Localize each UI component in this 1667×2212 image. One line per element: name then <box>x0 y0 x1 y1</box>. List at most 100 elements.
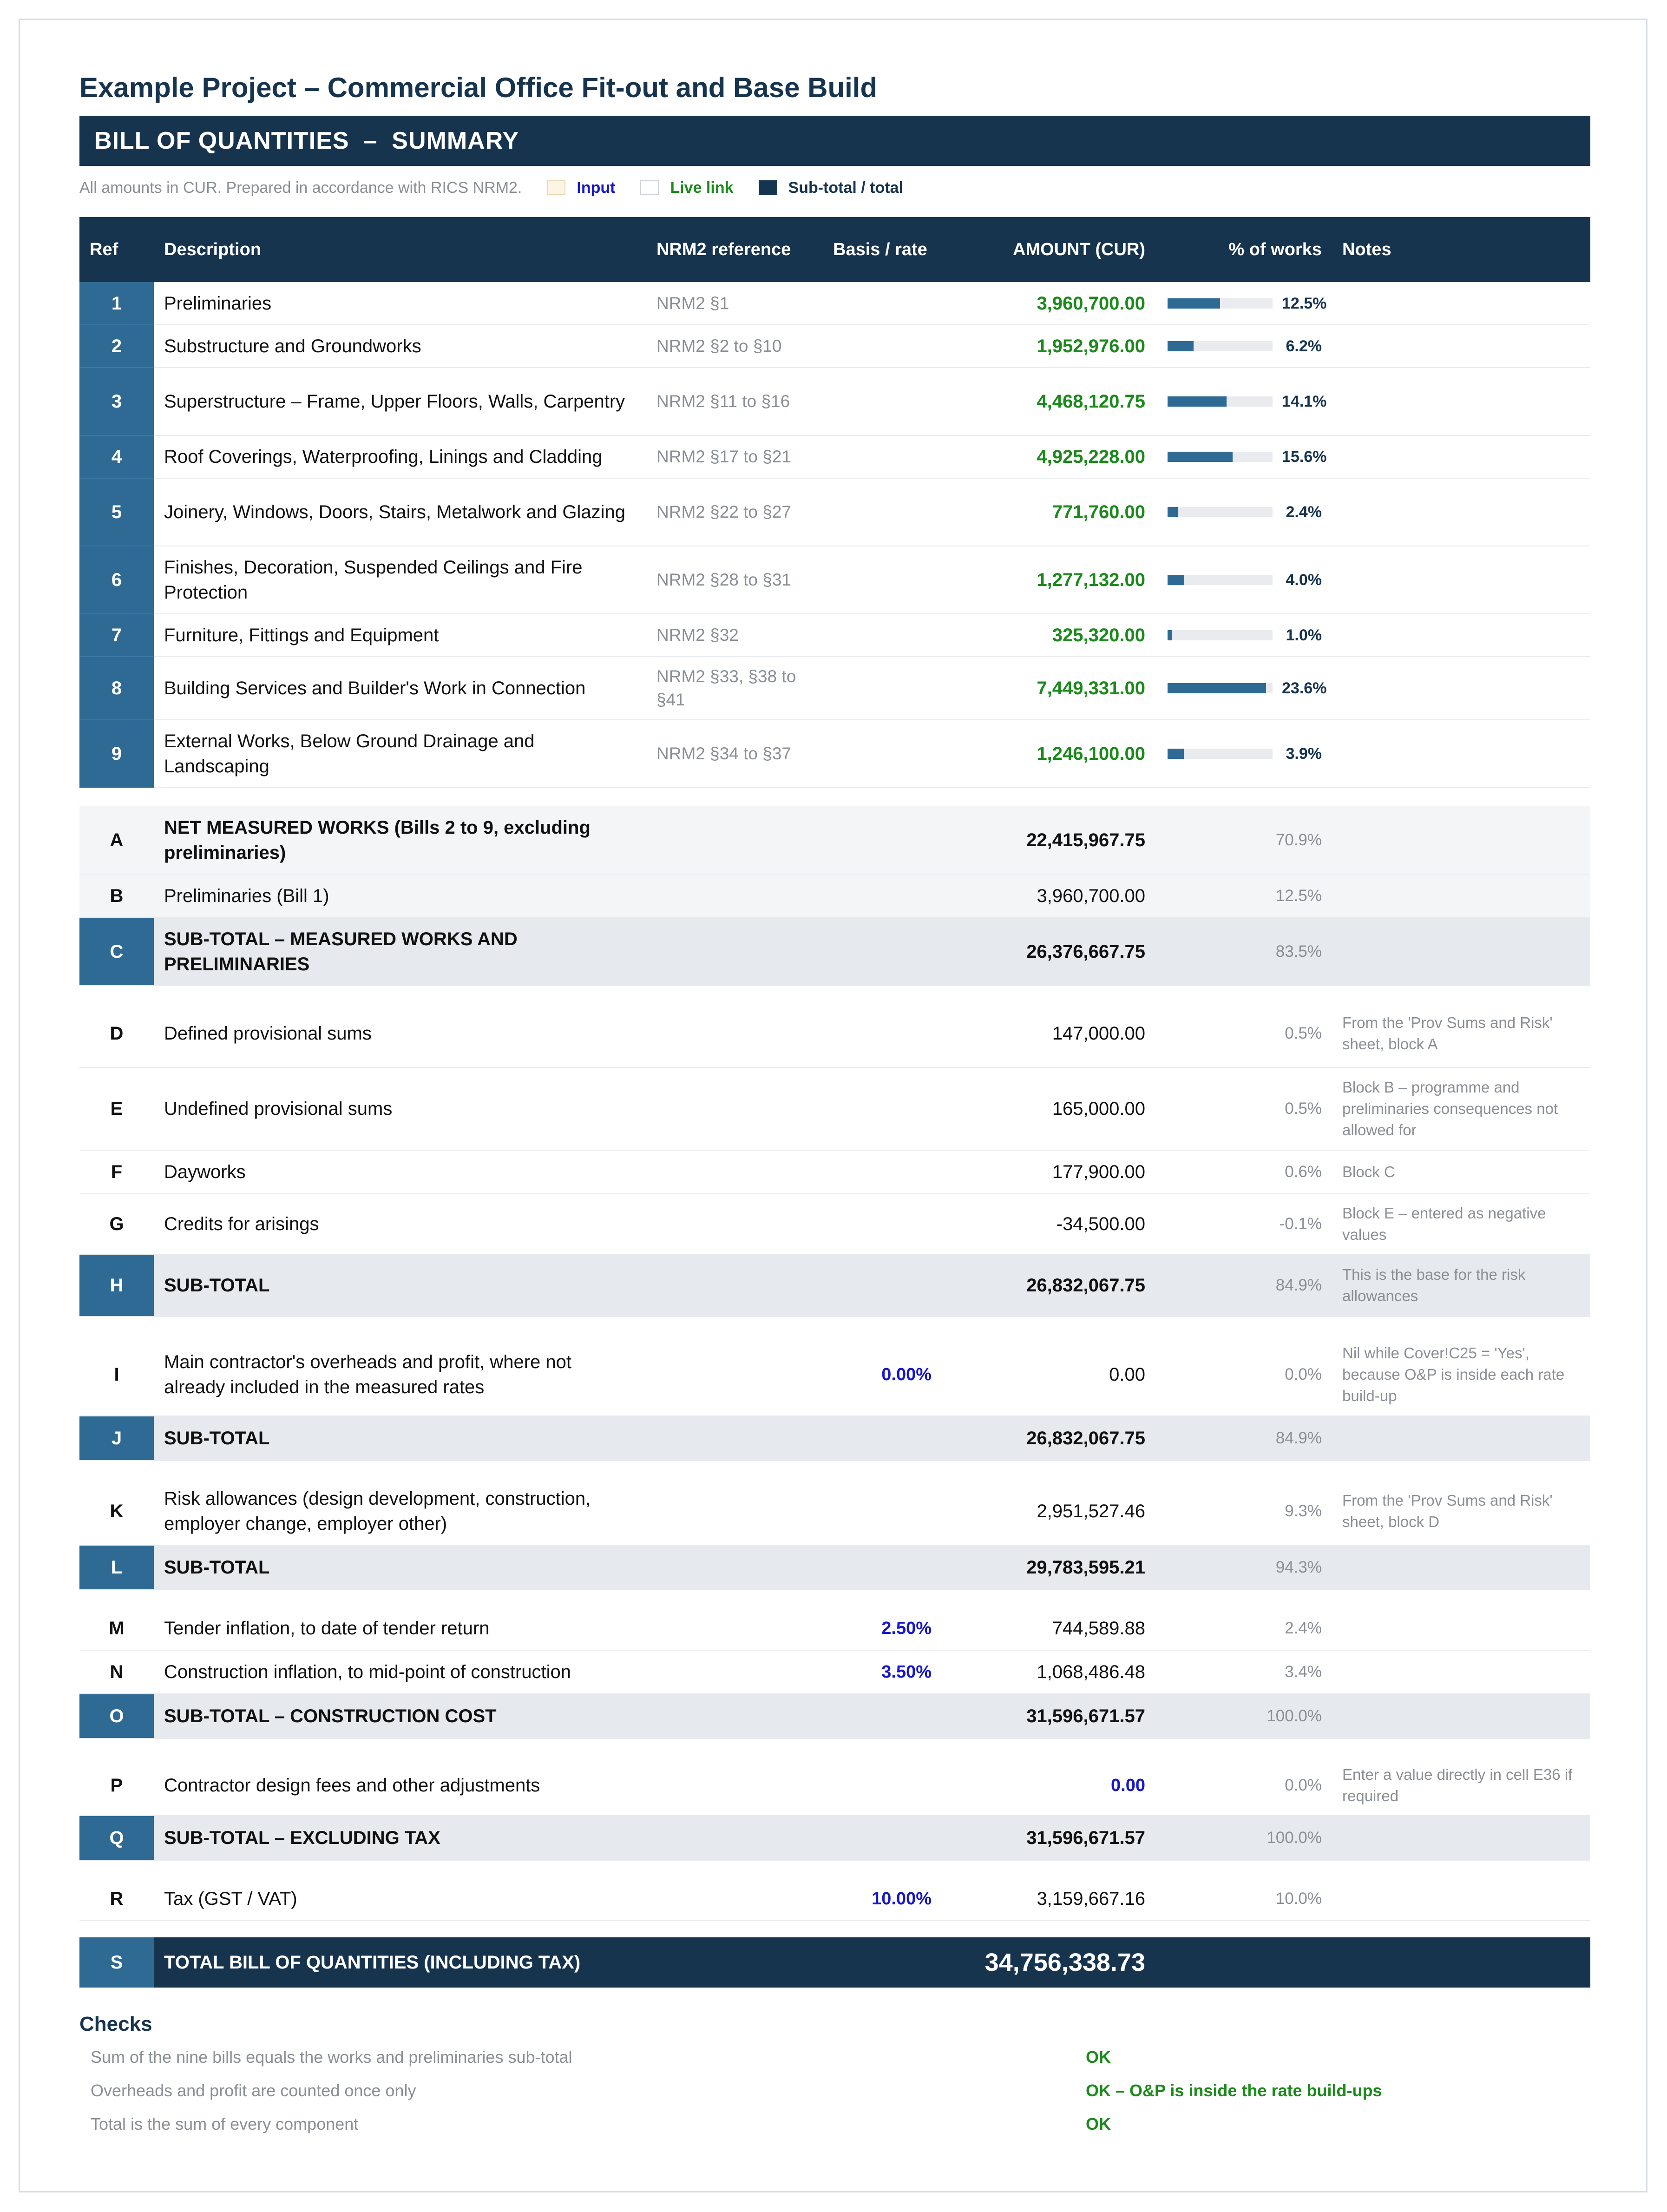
pct-value: 1.0% <box>1286 626 1322 644</box>
legend-input: Input <box>547 179 615 197</box>
pct-value: 12.5% <box>1282 294 1327 312</box>
row-amount: 1,277,132.00 <box>942 546 1155 614</box>
bill-row: 2 Substructure and Groundworks NRM2 §2 t… <box>79 325 1590 368</box>
row-nrm2: NRM2 §17 to §21 <box>646 435 823 479</box>
design-fees-amount-input[interactable]: 0.00 <box>942 1755 1155 1816</box>
construction-inflation-rate-input[interactable]: 3.50% <box>823 1650 942 1694</box>
row-ref: C <box>79 918 154 986</box>
row-basis <box>823 546 942 614</box>
overheads-rate-input[interactable]: 0.00% <box>823 1333 942 1416</box>
row-nrm2: NRM2 §34 to §37 <box>646 720 823 788</box>
legend-subtotal: Sub-total / total <box>758 178 903 197</box>
row-gap <box>79 1461 1590 1477</box>
row-ref: S <box>79 1937 154 1988</box>
row-pct: 0.0% <box>1155 1333 1332 1416</box>
row-note <box>1332 325 1590 368</box>
row-description: Building Services and Builder's Work in … <box>154 657 646 720</box>
legend-note: All amounts in CUR. Prepared in accordan… <box>79 178 522 197</box>
row-description: Construction inflation, to mid-point of … <box>154 1650 646 1694</box>
row-description: Preliminaries (Bill 1) <box>154 874 646 918</box>
check-label: Total is the sum of every component <box>91 2114 359 2133</box>
pct-bar <box>1168 630 1273 640</box>
summary-row-p: P Contractor design fees and other adjus… <box>79 1755 1590 1816</box>
check-row: Total is the sum of every component OK <box>79 2107 1590 2141</box>
row-amount: 7,449,331.00 <box>942 657 1155 720</box>
boq-summary-banner: BILL OF QUANTITIES – SUMMARY <box>79 116 1590 166</box>
pct-bar-fill <box>1168 575 1184 585</box>
check-label: Overheads and profit are counted once on… <box>91 2081 416 2100</box>
summary-row-m: M Tender inflation, to date of tender re… <box>79 1606 1590 1651</box>
row-description: Substructure and Groundworks <box>154 325 646 368</box>
col-nrm2: NRM2 reference <box>646 217 823 282</box>
subtotal-row-l: L SUB-TOTAL 29,783,595.21 94.3% <box>79 1545 1590 1590</box>
legend-subtotal-label: Sub-total / total <box>788 178 903 197</box>
row-ref: 4 <box>79 435 154 479</box>
summary-content: Example Project – Commercial Office Fit-… <box>79 65 1590 2141</box>
legend-live-link-label: Live link <box>670 178 734 197</box>
row-nrm2: NRM2 §11 to §16 <box>646 368 823 436</box>
row-pct: 100.0% <box>1155 1816 1332 1861</box>
pct-value: 14.1% <box>1282 393 1327 410</box>
row-ref: 9 <box>79 720 154 788</box>
row-note <box>1332 546 1590 614</box>
pct-bar-fill <box>1168 749 1184 759</box>
row-description: Tender inflation, to date of tender retu… <box>154 1606 646 1651</box>
pct-bar <box>1168 683 1273 693</box>
row-pct: 0.5% <box>1155 1067 1332 1151</box>
row-ref: M <box>79 1606 154 1651</box>
row-note: This is the base for the risk allowances <box>1332 1254 1590 1317</box>
row-gap <box>79 1860 1590 1877</box>
tax-rate-input[interactable]: 10.00% <box>823 1877 942 1921</box>
row-amount: 3,960,700.00 <box>942 874 1155 918</box>
row-description: Risk allowances (design development, con… <box>154 1477 646 1546</box>
subtotal-swatch-icon <box>758 180 777 195</box>
pct-value: 3.9% <box>1286 745 1322 763</box>
subtotal-row-h: H SUB-TOTAL 26,832,067.75 84.9% This is … <box>79 1254 1590 1317</box>
row-pct: 84.9% <box>1155 1416 1332 1461</box>
row-description: SUB-TOTAL – EXCLUDING TAX <box>154 1816 646 1861</box>
row-note <box>1332 720 1590 788</box>
bill-row: 9 External Works, Below Ground Drainage … <box>79 720 1590 788</box>
row-pct: 9.3% <box>1155 1477 1332 1546</box>
row-ref: E <box>79 1067 154 1151</box>
row-note <box>1332 657 1590 720</box>
row-pct: 4.0% <box>1155 546 1332 614</box>
row-amount: 26,832,067.75 <box>942 1416 1155 1461</box>
row-pct: 94.3% <box>1155 1545 1332 1590</box>
row-description: SUB-TOTAL <box>154 1545 646 1590</box>
row-nrm2: NRM2 §2 to §10 <box>646 325 823 368</box>
row-pct: 12.5% <box>1155 874 1332 918</box>
summary-row-n: N Construction inflation, to mid-point o… <box>79 1650 1590 1694</box>
row-amount: 147,000.00 <box>942 1000 1155 1068</box>
col-description: Description <box>154 217 646 282</box>
row-amount: 771,760.00 <box>942 478 1155 546</box>
row-nrm2: NRM2 §32 <box>646 614 823 657</box>
row-basis <box>823 720 942 788</box>
summary-row-a: A NET MEASURED WORKS (Bills 2 to 9, excl… <box>79 806 1590 875</box>
row-description: TOTAL BILL OF QUANTITIES (INCLUDING TAX) <box>154 1937 942 1988</box>
pct-bar-fill <box>1168 396 1227 407</box>
row-note <box>1332 282 1590 325</box>
row-pct: 3.4% <box>1155 1650 1332 1694</box>
row-pct: 0.5% <box>1155 1000 1332 1068</box>
table-header: Ref Description NRM2 reference Basis / r… <box>79 217 1590 282</box>
row-amount: 1,068,486.48 <box>942 1650 1155 1694</box>
tender-inflation-rate-input[interactable]: 2.50% <box>823 1606 942 1651</box>
pct-bar <box>1168 575 1273 585</box>
row-description: Contractor design fees and other adjustm… <box>154 1755 646 1816</box>
row-amount: 26,376,667.75 <box>942 918 1155 986</box>
summary-row-d: D Defined provisional sums 147,000.00 0.… <box>79 1000 1590 1068</box>
row-amount: 325,320.00 <box>942 614 1155 657</box>
row-amount: 2,951,527.46 <box>942 1477 1155 1546</box>
input-swatch-icon <box>547 180 566 195</box>
legend-input-label: Input <box>577 178 616 197</box>
row-basis <box>823 657 942 720</box>
live-link-swatch-icon <box>640 180 659 195</box>
row-basis <box>823 435 942 479</box>
pct-bar <box>1168 507 1273 517</box>
row-description: Finishes, Decoration, Suspended Ceilings… <box>154 546 646 614</box>
row-amount: 31,596,671.57 <box>942 1816 1155 1861</box>
legend-bar: All amounts in CUR. Prepared in accordan… <box>79 166 1590 210</box>
row-gap <box>79 1921 1590 1937</box>
pct-value: 15.6% <box>1282 448 1327 466</box>
